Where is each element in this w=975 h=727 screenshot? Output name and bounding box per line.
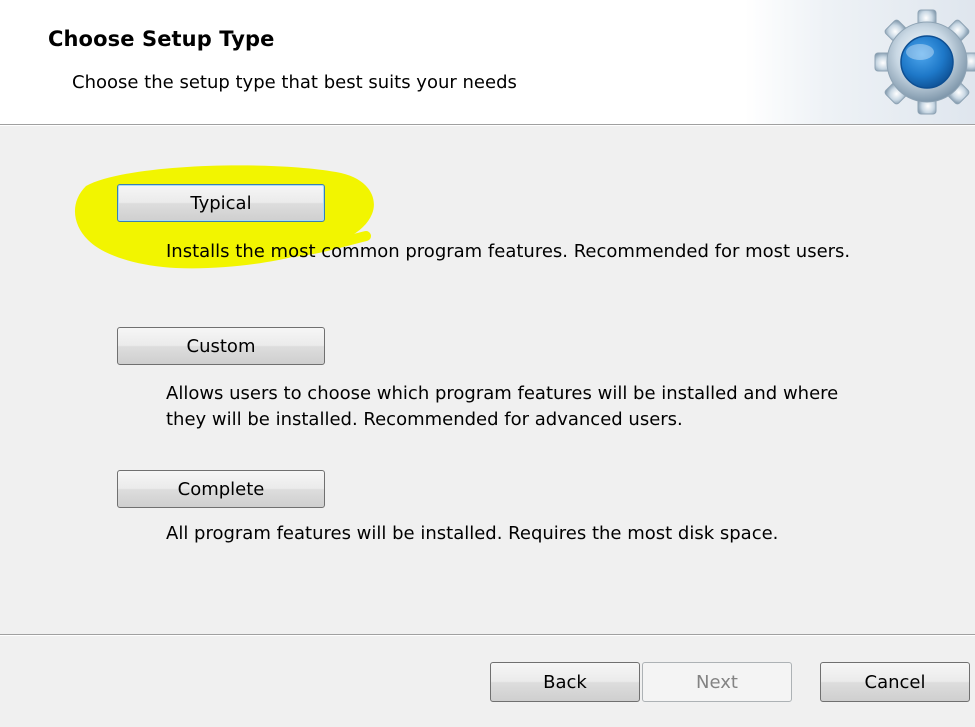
next-button[interactable]: Next xyxy=(642,662,792,702)
footer-divider xyxy=(0,634,975,636)
cancel-button[interactable]: Cancel xyxy=(820,662,970,702)
typical-description: Installs the most common program feature… xyxy=(166,241,851,262)
page-subtitle: Choose the setup type that best suits yo… xyxy=(72,72,517,93)
gear-icon xyxy=(874,9,975,115)
custom-description-line-1: Allows users to choose which program fea… xyxy=(166,383,839,404)
typical-button[interactable]: Typical xyxy=(117,184,325,222)
dialog-header: Choose Setup Type Choose the setup type … xyxy=(0,0,975,124)
back-button[interactable]: Back xyxy=(490,662,640,702)
header-divider xyxy=(0,124,975,126)
complete-button[interactable]: Complete xyxy=(117,470,325,508)
custom-button[interactable]: Custom xyxy=(117,327,325,365)
setup-dialog: Choose Setup Type Choose the setup type … xyxy=(0,0,975,727)
complete-description: All program features will be installed. … xyxy=(166,523,779,544)
custom-description-line-2: they will be installed. Recommended for … xyxy=(166,409,683,430)
page-title: Choose Setup Type xyxy=(48,27,275,51)
